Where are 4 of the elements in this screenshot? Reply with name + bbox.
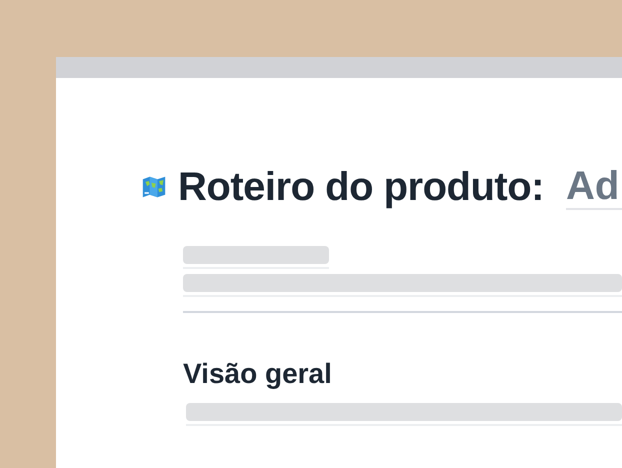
section-heading: Visão geral (183, 357, 333, 391)
document-title: Roteiro do produto: (178, 165, 544, 209)
title-input-field[interactable]: Ad (566, 164, 622, 210)
map-icon (142, 174, 166, 200)
